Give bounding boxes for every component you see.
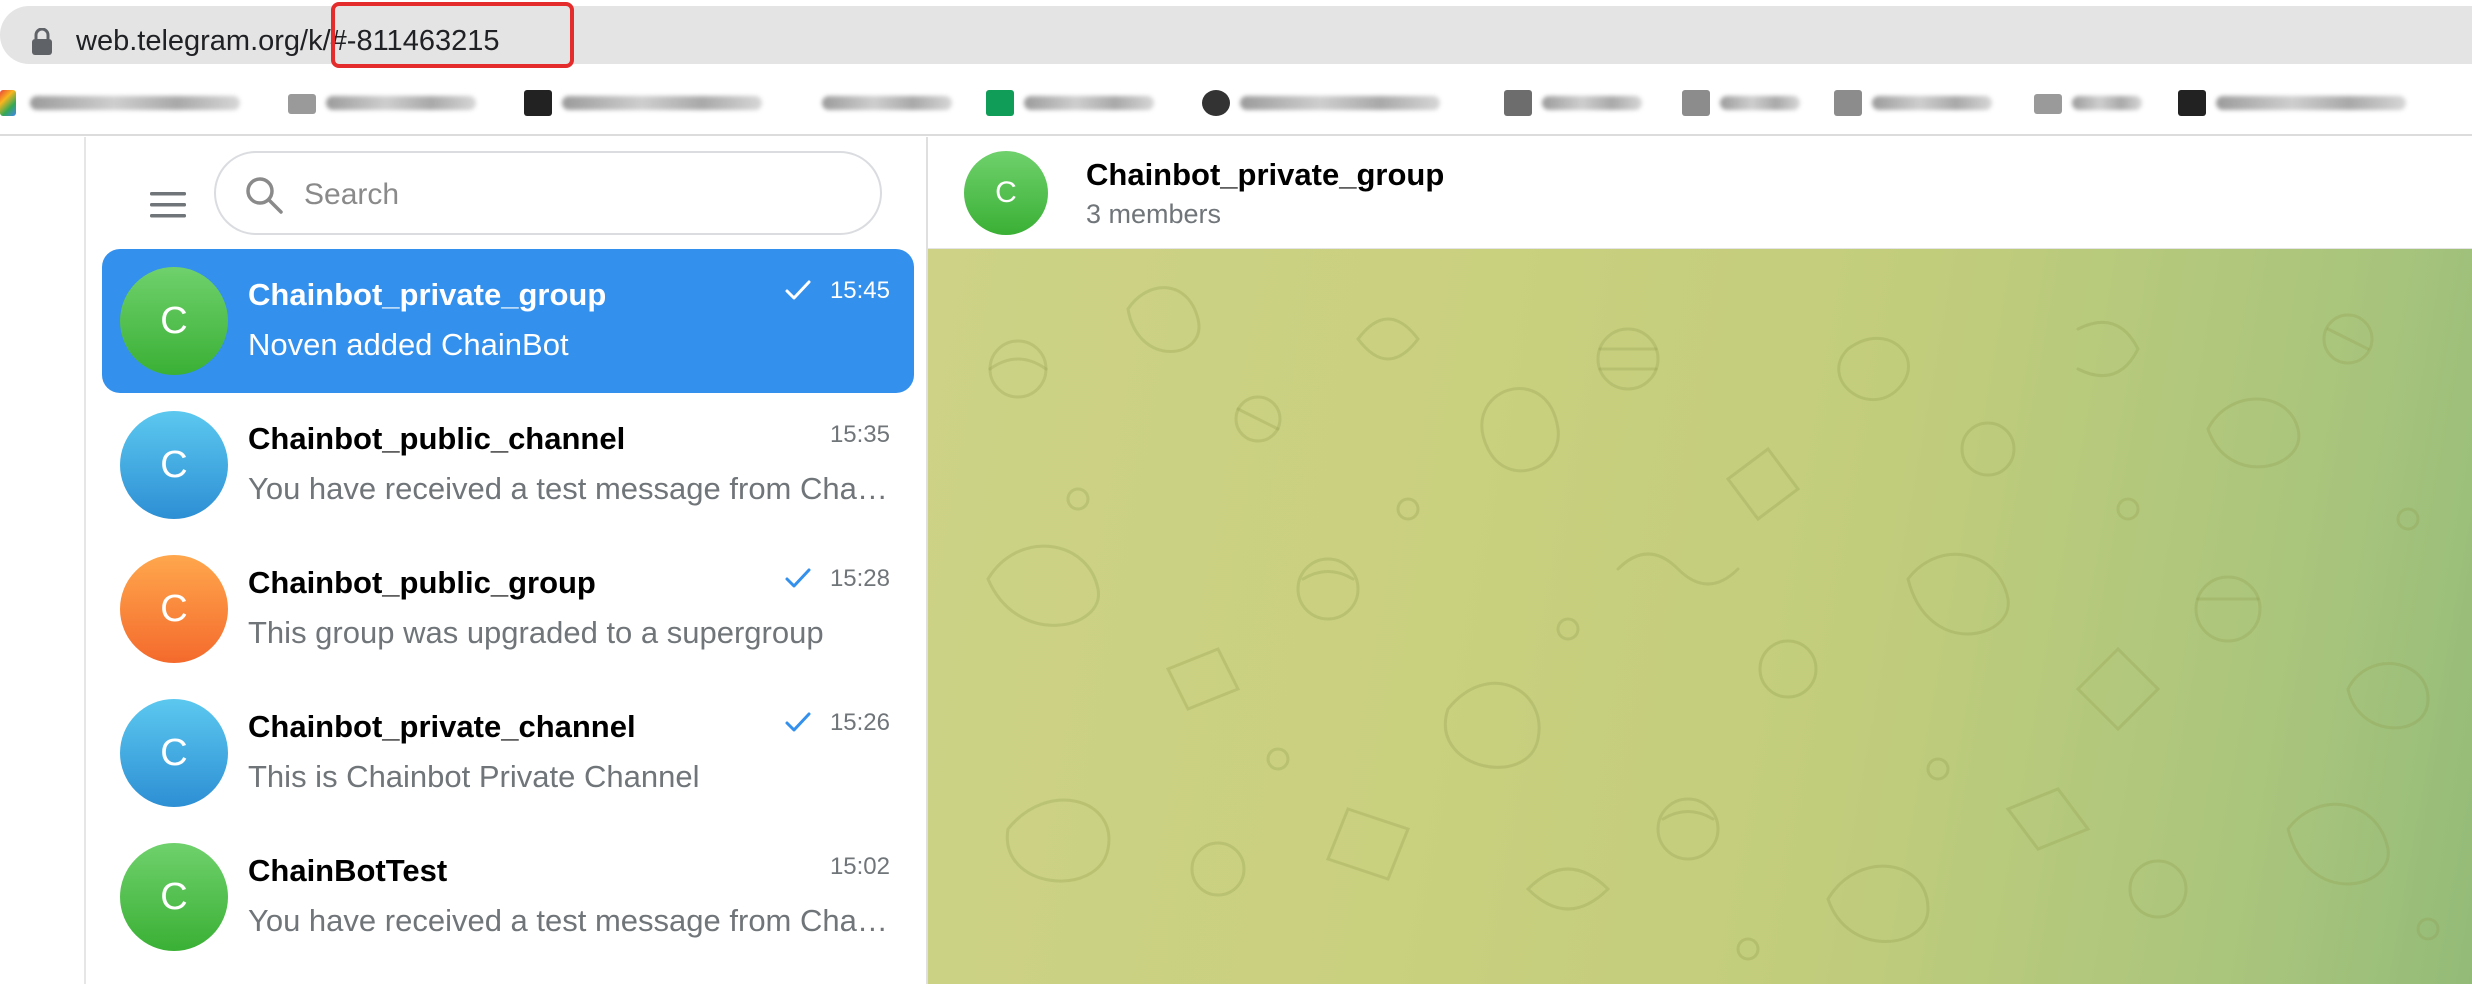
chat-name: ChainBotTest xyxy=(248,853,448,888)
browser-address-bar: web.telegram.org/k/#-811463215 xyxy=(0,0,2472,70)
bookmark-label-blurred xyxy=(822,96,952,110)
search-icon xyxy=(246,177,283,214)
doodle-pattern xyxy=(986,286,2440,961)
left-gutter xyxy=(0,137,86,984)
bookmarks-bar xyxy=(0,70,2472,136)
hamburger-menu-icon xyxy=(150,192,186,218)
chat-name: Chainbot_public_channel xyxy=(248,421,626,456)
bookmark-favicon-icon xyxy=(986,90,1014,116)
bookmark-label-blurred xyxy=(326,96,476,110)
folder-icon xyxy=(288,94,316,114)
chat-last-message: This is Chainbot Private Channel xyxy=(248,759,700,794)
chat-last-message: This group was upgraded to a supergroup xyxy=(248,615,824,650)
bookmark-item[interactable] xyxy=(1834,88,2004,118)
chat-background xyxy=(928,249,2472,984)
chat-time: 15:45 xyxy=(829,277,890,304)
bookmark-label-blurred xyxy=(2216,96,2406,110)
chat-time: 15:28 xyxy=(829,565,890,592)
bookmark-label-blurred xyxy=(1872,96,1992,110)
chat-time: 15:02 xyxy=(829,853,890,880)
avatar: C xyxy=(120,843,228,951)
chat-last-message: You have received a test message from Ch… xyxy=(248,471,888,506)
chat-list-item[interactable]: C Chainbot_private_channel This is Chainbo… xyxy=(102,681,914,825)
bookmark-item[interactable] xyxy=(986,88,1166,118)
bookmark-item[interactable] xyxy=(1202,88,1452,118)
avatar: C xyxy=(120,555,228,663)
chat-time: 15:35 xyxy=(829,421,890,448)
bookmark-favicon-icon xyxy=(1834,90,1862,116)
chat-time: 15:26 xyxy=(829,709,890,736)
bookmark-label-blurred xyxy=(1240,96,1440,110)
member-count: 3 members xyxy=(1086,199,1222,229)
chat-sidebar: C Chainbot_private_group Noven added Chain… xyxy=(88,137,928,984)
chat-list-item[interactable]: C ChainBotTest You have received a test me… xyxy=(102,825,914,969)
chat-list-item[interactable]: C Chainbot_public_channel You have receive… xyxy=(102,393,914,537)
chat-last-message: You have received a test message from Ch… xyxy=(248,903,888,938)
chat-title: Chainbot_private_group xyxy=(1086,157,1445,192)
telegram-app: C Chainbot_private_group Noven added Chain… xyxy=(0,137,2472,984)
chat-list-item[interactable]: C Chainbot_private_group Noven added Chain… xyxy=(102,249,914,393)
bookmark-label-blurred xyxy=(2072,96,2142,110)
url-prefix: web.telegram.org/k/ xyxy=(76,25,331,57)
avatar: C xyxy=(120,699,228,807)
chat-name: Chainbot_private_group xyxy=(248,277,607,312)
bookmark-item[interactable] xyxy=(288,88,488,118)
folder-icon xyxy=(2034,94,2062,114)
bookmark-label-blurred xyxy=(1720,96,1800,110)
read-check-icon xyxy=(785,712,811,732)
bookmark-label-blurred xyxy=(1024,96,1154,110)
chat-list-item[interactable]: C Chainbot_public_group This group was upg… xyxy=(102,537,914,681)
bookmark-favicon-icon xyxy=(1504,90,1532,116)
bookmark-item[interactable] xyxy=(822,88,962,118)
search-input[interactable] xyxy=(304,173,844,217)
menu-button[interactable] xyxy=(138,175,198,235)
bookmark-item[interactable] xyxy=(0,88,250,118)
read-check-icon xyxy=(785,568,811,588)
read-check-icon xyxy=(785,280,811,300)
search-box[interactable] xyxy=(214,151,882,235)
bookmark-label-blurred xyxy=(562,96,762,110)
bookmark-favicon-icon xyxy=(524,90,552,116)
bookmark-item[interactable] xyxy=(1504,88,1654,118)
chat-panel: C Chainbot_private_group 3 members xyxy=(928,137,2472,984)
chat-last-message: Noven added ChainBot xyxy=(248,327,569,362)
bookmark-favicon-icon xyxy=(1682,90,1710,116)
chat-name: Chainbot_public_group xyxy=(248,565,596,600)
avatar: C xyxy=(120,411,228,519)
lock-icon[interactable] xyxy=(31,28,53,56)
bookmark-item[interactable] xyxy=(2178,88,2418,118)
bookmark-favicon-icon xyxy=(2178,90,2206,116)
avatar: C xyxy=(120,267,228,375)
bookmark-item[interactable] xyxy=(524,88,774,118)
bookmark-favicon-icon xyxy=(0,90,16,116)
github-icon xyxy=(1202,90,1230,116)
bookmark-item[interactable] xyxy=(1682,88,1812,118)
bookmark-item[interactable] xyxy=(2034,88,2154,118)
url-hash-highlight-box xyxy=(331,2,574,68)
chat-name: Chainbot_private_channel xyxy=(248,709,636,744)
bookmark-label-blurred xyxy=(1542,96,1642,110)
bookmark-label-blurred xyxy=(30,96,240,110)
chat-list: C Chainbot_private_group Noven added Chain… xyxy=(102,249,914,969)
avatar[interactable]: C xyxy=(964,151,1048,235)
chat-header[interactable]: C Chainbot_private_group 3 members xyxy=(928,137,2472,249)
